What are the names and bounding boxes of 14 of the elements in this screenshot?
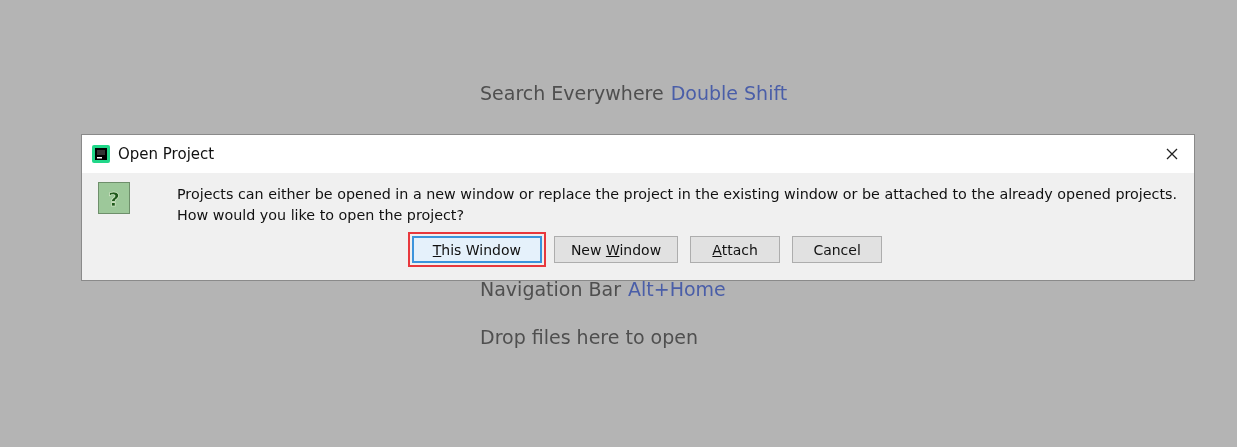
- shortcut-text: Double Shift: [670, 82, 788, 104]
- dialog-title: Open Project: [118, 145, 216, 163]
- dialog-button[interactable]: Cancel: [792, 236, 883, 263]
- shortcut-text: Alt+Home: [628, 278, 726, 300]
- dialog-button[interactable]: Attach: [690, 236, 781, 263]
- dialog-button[interactable]: New Window: [553, 236, 679, 263]
- question-icon: ?: [98, 182, 132, 216]
- hint-label: Drop files here to open: [480, 326, 698, 348]
- close-icon[interactable]: [1166, 148, 1178, 160]
- hint-label: Search Everywhere: [480, 82, 664, 104]
- dialog-button[interactable]: This Window: [411, 236, 542, 263]
- hint-label: Navigation Bar: [480, 278, 621, 300]
- message-text: Projects can either be opened in a new window or replace the project in the existing window or be attached to the already opened projects. How would you like to open the project?: [177, 185, 1178, 225]
- app-icon: [92, 145, 110, 163]
